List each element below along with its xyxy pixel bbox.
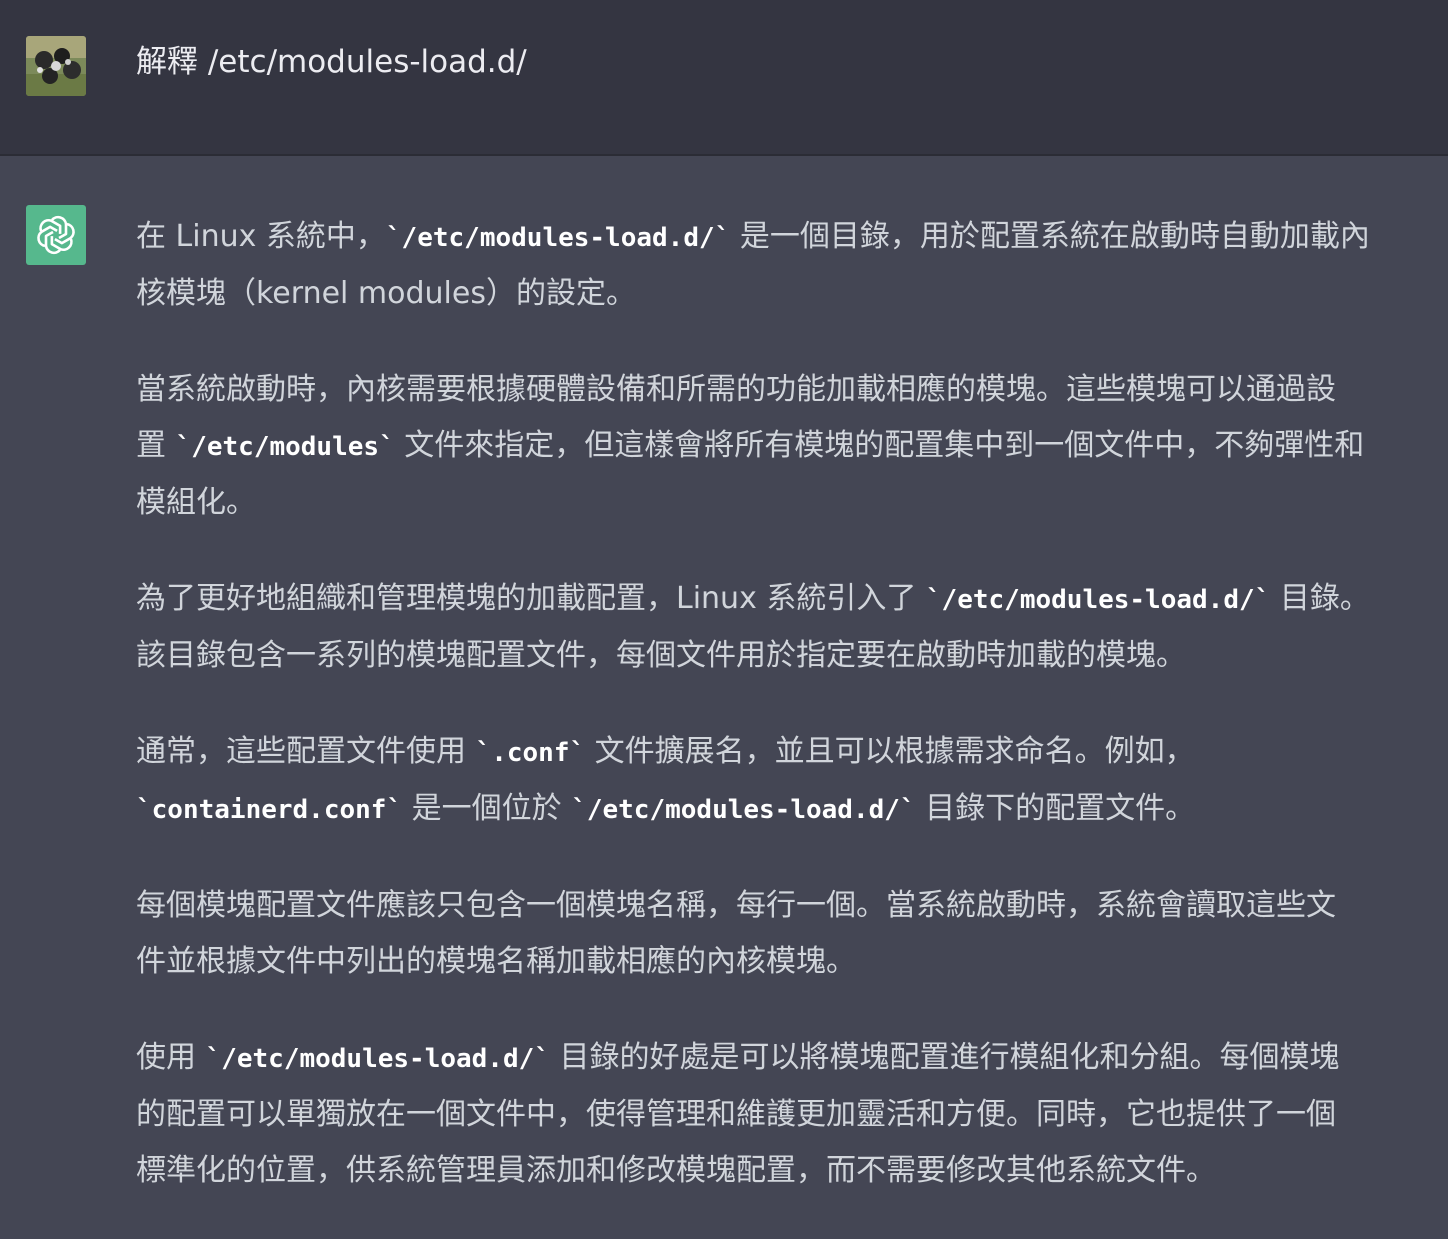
paragraph-text: 是一個目錄，用於配置系統在啟動時自動加載內 <box>730 219 1370 254</box>
paragraph-text: 為了更好地組織和管理模塊的加載配置，Linux 系統引入了 <box>136 581 926 616</box>
assistant-message-row: 在 Linux 系統中，`/etc/modules-load.d/` 是一個目錄… <box>0 157 1448 1206</box>
message-paragraph: 當系統啟動時，內核需要根據硬體設備和所需的功能加載相應的模塊。這些模塊可以通過設… <box>136 362 1442 531</box>
message-paragraph: 使用 `/etc/modules-load.d/` 目錄的好處是可以將模塊配置進… <box>136 1030 1442 1199</box>
inline-code: `/etc/modules-load.d/` <box>205 1044 550 1074</box>
openai-logo-icon <box>37 215 75 255</box>
user-avatar <box>26 36 86 96</box>
paragraph-text: 是一個位於 <box>402 791 572 826</box>
user-avatar-photo-icon <box>26 36 86 96</box>
paragraph-text: 目錄。 <box>1270 581 1370 616</box>
message-paragraph: 在 Linux 系統中，`/etc/modules-load.d/` 是一個目錄… <box>136 209 1442 322</box>
paragraph-text: 每個模塊配置文件應該只包含一個模塊名稱，每行一個。當系統啟動時，系統會讀取這些文 <box>136 888 1336 923</box>
inline-code: `/etc/modules` <box>175 432 395 462</box>
paragraph-text: 通常，這些配置文件使用 <box>136 734 476 769</box>
message-paragraph: 通常，這些配置文件使用 `.conf` 文件擴展名，並且可以根據需求命名。例如，… <box>136 724 1442 838</box>
inline-code: `.conf` <box>475 738 586 768</box>
paragraph-text: 該目錄包含一系列的模塊配置文件，每個文件用於指定要在啟動時加載的模塊。 <box>136 638 1186 673</box>
paragraph-text: 使用 <box>136 1040 206 1075</box>
assistant-avatar <box>26 205 86 265</box>
inline-code: `containerd.conf` <box>136 795 403 825</box>
paragraph-text: 當系統啟動時，內核需要根據硬體設備和所需的功能加載相應的模塊。這些模塊可以通過設 <box>136 372 1336 407</box>
user-message-row: 解釋 /etc/modules-load.d/ <box>0 0 1448 156</box>
paragraph-text: 目錄的好處是可以將模塊配置進行模組化和分組。每個模塊 <box>549 1040 1340 1075</box>
message-paragraph: 為了更好地組織和管理模塊的加載配置，Linux 系統引入了 `/etc/modu… <box>136 571 1442 684</box>
assistant-message-body: 在 Linux 系統中，`/etc/modules-load.d/` 是一個目錄… <box>136 209 1442 1239</box>
paragraph-text: 標準化的位置，供系統管理員添加和修改模塊配置，而不需要修改其他系統文件。 <box>136 1153 1216 1188</box>
paragraph-text: 置 <box>136 428 176 463</box>
paragraph-text: 文件來指定，但這樣會將所有模塊的配置集中到一個文件中，不夠彈性和 <box>394 428 1365 463</box>
inline-code: `/etc/modules-load.d/` <box>385 223 731 253</box>
paragraph-text: 目錄下的配置文件。 <box>915 791 1196 826</box>
paragraph-text: 模組化。 <box>136 485 256 520</box>
paragraph-text: 件並根據文件中列出的模塊名稱加載相應的內核模塊。 <box>136 944 856 979</box>
inline-code: `/etc/modules-load.d/` <box>925 585 1271 615</box>
user-message-text: 解釋 /etc/modules-load.d/ <box>136 44 527 80</box>
paragraph-text: 在 Linux 系統中， <box>136 219 386 254</box>
message-paragraph: 每個模塊配置文件應該只包含一個模塊名稱，每行一個。當系統啟動時，系統會讀取這些文… <box>136 878 1442 990</box>
paragraph-text: 的配置可以單獨放在一個文件中，使得管理和維護更加靈活和方便。同時，它也提供了一個 <box>136 1097 1336 1132</box>
paragraph-text: 核模塊（kernel modules）的設定。 <box>136 276 636 311</box>
inline-code: `/etc/modules-load.d/` <box>571 795 916 825</box>
paragraph-text: 文件擴展名，並且可以根據需求命名。例如， <box>585 734 1195 769</box>
